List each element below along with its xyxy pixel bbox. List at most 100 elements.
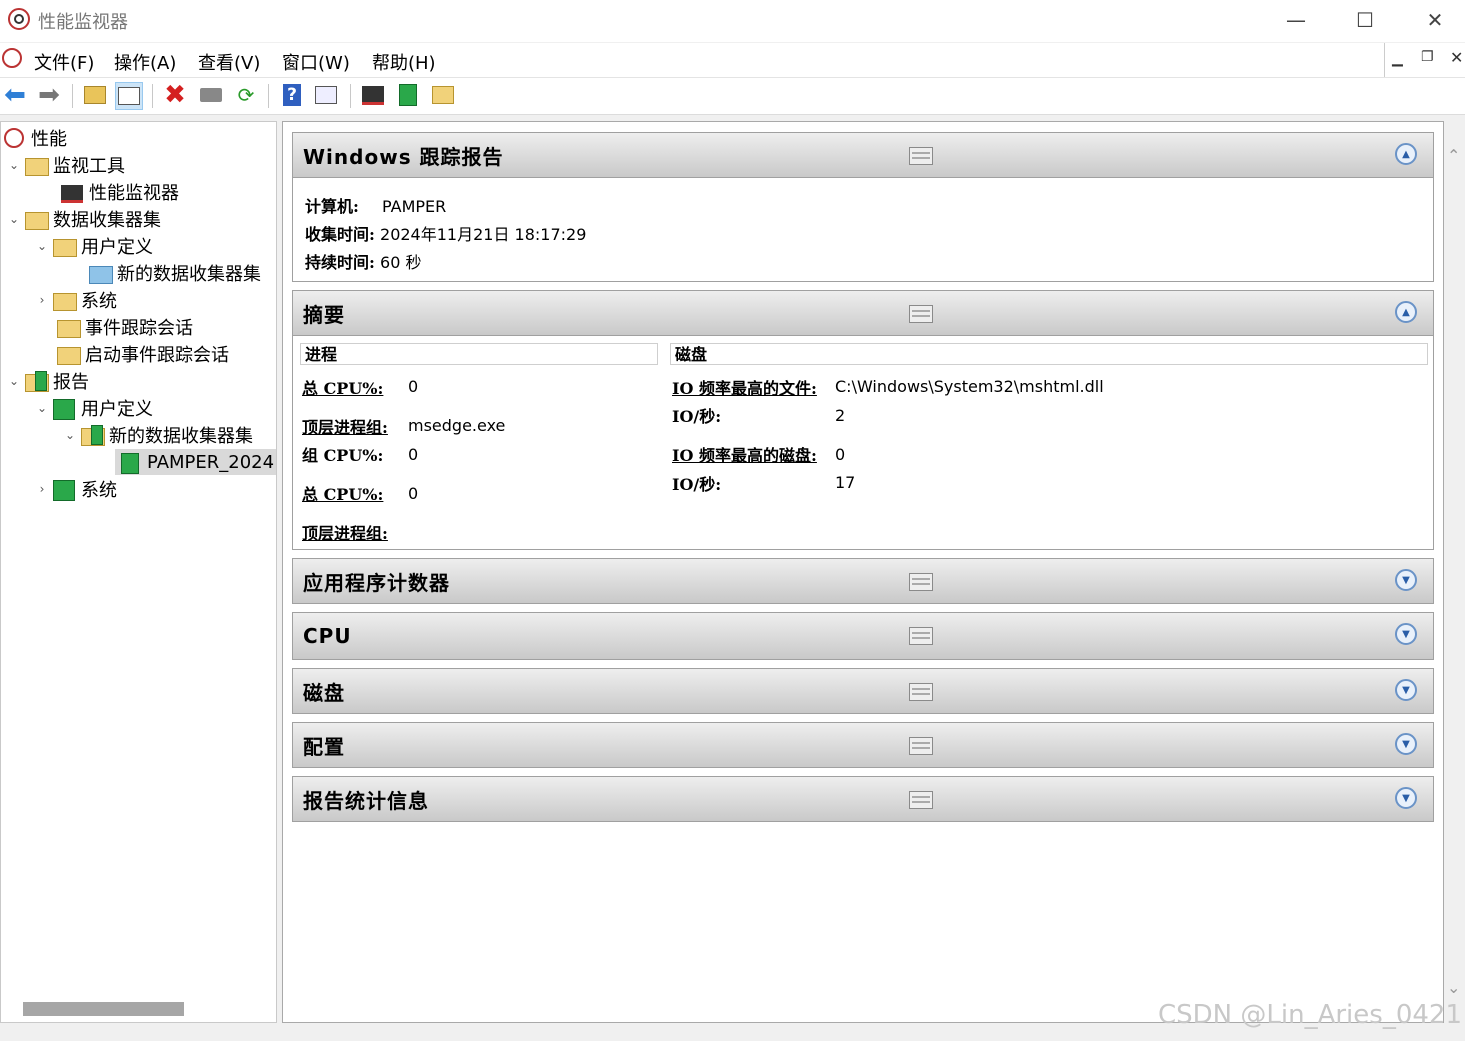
tree-item-report-system[interactable]: › 系统 [35, 476, 117, 502]
scroll-down-arrow-icon[interactable]: ⌄ [1447, 978, 1460, 997]
tree-label: 事件跟踪会话 [85, 318, 193, 339]
table-view-icon[interactable] [909, 573, 933, 591]
forward-button[interactable]: ➡ [36, 80, 62, 110]
computer-row: 计算机: PAMPER [305, 197, 447, 216]
section-header[interactable]: 摘要 ▲ [293, 291, 1433, 336]
io-per-sec-value: 2 [835, 406, 846, 425]
menu-help[interactable]: 帮助(H) [372, 49, 436, 75]
back-button[interactable]: ⬅ [2, 80, 28, 110]
group-cpu-value: 0 [408, 445, 419, 464]
chevron-right-icon[interactable]: › [35, 293, 49, 307]
child-close-button[interactable]: ✕ [1450, 48, 1463, 67]
tree-item-user-defined[interactable]: ⌄ 用户定义 [35, 233, 153, 259]
expand-icon[interactable]: ▼ [1395, 679, 1417, 701]
section-report-stats[interactable]: 报告统计信息 ▼ [292, 776, 1434, 822]
top-io-disk-label[interactable]: IO 频率最高的磁盘: [672, 442, 817, 466]
section-header[interactable]: CPU ▼ [293, 613, 1433, 659]
section-header[interactable]: 报告统计信息 ▼ [293, 777, 1433, 821]
refresh-button[interactable]: ⟳ [233, 82, 259, 108]
chevron-down-icon[interactable]: ⌄ [7, 374, 21, 388]
folder-trace-icon [57, 344, 81, 365]
section-app-counters[interactable]: 应用程序计数器 ▼ [292, 558, 1434, 604]
report-button[interactable] [395, 82, 421, 108]
back-arrow-icon: ⬅ [4, 80, 26, 110]
section-cpu[interactable]: CPU ▼ [292, 612, 1434, 660]
help-button[interactable]: ? [279, 82, 305, 108]
top-process-group-label-2[interactable]: 顶层进程组: [302, 520, 388, 544]
section-config[interactable]: 配置 ▼ [292, 722, 1434, 768]
chevron-down-icon[interactable]: ⌄ [7, 212, 21, 226]
up-folder-button[interactable] [82, 82, 108, 108]
minimize-button[interactable]: — [1266, 0, 1326, 40]
section-header[interactable]: 配置 ▼ [293, 723, 1433, 767]
tree-item-event-trace[interactable]: 事件跟踪会话 [57, 314, 193, 340]
delete-button[interactable]: ✖ [162, 80, 188, 110]
tree-item-system[interactable]: › 系统 [35, 287, 117, 313]
properties-button[interactable] [313, 82, 339, 108]
table-view-icon[interactable] [909, 791, 933, 809]
chevron-down-icon[interactable]: ⌄ [63, 428, 77, 442]
chevron-right-icon[interactable]: › [35, 482, 49, 496]
watermark: CSDN @Lin_Aries_0421 [1158, 1000, 1462, 1030]
section-disk[interactable]: 磁盘 ▼ [292, 668, 1434, 714]
chevron-down-icon[interactable]: ⌄ [35, 239, 49, 253]
table-view-icon[interactable] [909, 305, 933, 323]
show-hide-tree-button[interactable] [115, 82, 143, 110]
tree-label: 用户定义 [81, 399, 153, 420]
child-minimize-button[interactable]: ▁ [1392, 51, 1403, 67]
app-icon [8, 8, 30, 30]
tree-item-perf-monitor[interactable]: 性能监视器 [61, 179, 179, 205]
expand-icon[interactable]: ▼ [1395, 733, 1417, 755]
tree-item-collector-sets[interactable]: ⌄ 数据收集器集 [7, 206, 161, 232]
section-header[interactable]: Windows 跟踪报告 ▲ [293, 133, 1433, 178]
expand-icon[interactable]: ▼ [1395, 569, 1417, 591]
tree-label: 用户定义 [81, 237, 153, 258]
menu-view[interactable]: 查看(V) [198, 49, 260, 75]
menu-file[interactable]: 文件(F) [34, 49, 94, 75]
total-cpu-label-2[interactable]: 总 CPU%: [302, 481, 383, 505]
tree-item-performance[interactable]: 性能 [3, 125, 67, 151]
chevron-down-icon[interactable]: ⌄ [7, 158, 21, 172]
report-system-icon [53, 479, 75, 501]
expand-icon[interactable]: ▼ [1395, 623, 1417, 645]
console-tree-icon [118, 87, 140, 105]
expand-icon[interactable]: ▼ [1395, 787, 1417, 809]
total-cpu-value: 0 [408, 377, 419, 396]
scroll-up-arrow-icon[interactable]: ⌃ [1447, 146, 1460, 165]
tree-horizontal-scrollbar[interactable] [23, 1002, 184, 1016]
collapse-icon[interactable]: ▲ [1395, 143, 1417, 165]
tree-label: 新的数据收集器集 [117, 264, 261, 285]
report-user-icon [53, 398, 75, 420]
properties-icon [315, 86, 337, 104]
tree-item-report-pamper[interactable]: PAMPER_20241 [115, 449, 276, 475]
section-header[interactable]: 应用程序计数器 ▼ [293, 559, 1433, 603]
refresh-icon: ⟳ [237, 83, 255, 107]
chevron-down-icon[interactable]: ⌄ [35, 401, 49, 415]
tree-item-monitor-tools[interactable]: ⌄ 监视工具 [7, 152, 125, 178]
section-header[interactable]: 磁盘 ▼ [293, 669, 1433, 713]
collapse-icon[interactable]: ▲ [1395, 301, 1417, 323]
table-view-icon[interactable] [909, 683, 933, 701]
tree-item-report-user-defined[interactable]: ⌄ 用户定义 [35, 395, 153, 421]
maximize-button[interactable]: ☐ [1335, 0, 1395, 40]
menu-action[interactable]: 操作(A) [114, 49, 176, 75]
tree-item-report-new-set[interactable]: ⌄ 新的数据收集器集 [63, 422, 253, 448]
folder-button[interactable] [430, 82, 456, 108]
table-view-icon[interactable] [909, 627, 933, 645]
top-io-file-label[interactable]: IO 频率最高的文件: [672, 375, 817, 399]
perf-monitor-button[interactable] [360, 82, 386, 108]
table-view-icon[interactable] [909, 147, 933, 165]
tree-label: 启动事件跟踪会话 [85, 345, 229, 366]
tree-item-new-collector-set[interactable]: 新的数据收集器集 [89, 260, 261, 286]
total-cpu-label[interactable]: 总 CPU%: [302, 375, 383, 399]
print-button[interactable] [198, 82, 224, 108]
child-restore-button[interactable]: ❐ [1421, 49, 1434, 65]
tree-item-startup-trace[interactable]: 启动事件跟踪会话 [57, 341, 229, 367]
close-button[interactable]: ✕ [1405, 0, 1465, 40]
tree-label: 监视工具 [53, 156, 125, 177]
tree-item-reports[interactable]: ⌄ 报告 [7, 368, 89, 394]
tree-label: 性能 [31, 129, 67, 150]
table-view-icon[interactable] [909, 737, 933, 755]
menu-window[interactable]: 窗口(W) [282, 49, 350, 75]
top-process-group-label[interactable]: 顶层进程组: [302, 414, 388, 438]
